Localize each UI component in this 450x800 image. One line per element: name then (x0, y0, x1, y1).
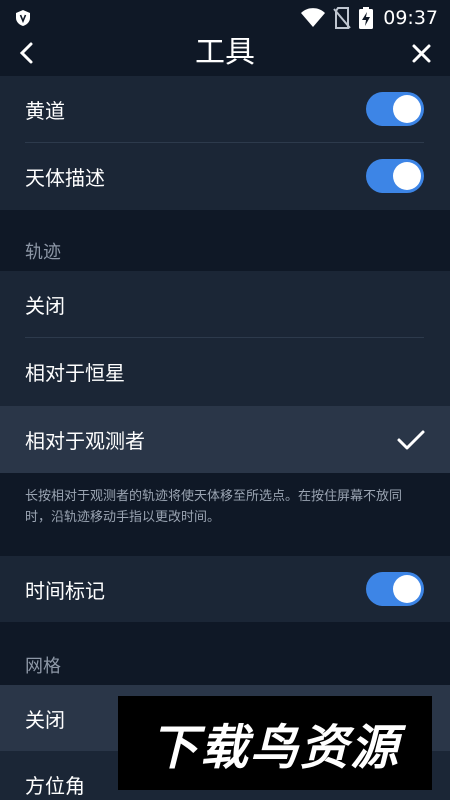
option-label: 关闭 (25, 707, 65, 732)
page-title: 工具 (195, 35, 255, 70)
section-header-trajectory: 轨迹 (25, 242, 61, 263)
section-header-grid: 网格 (25, 656, 61, 677)
option-label: 方位角 (25, 773, 85, 798)
toggle-knob (393, 162, 421, 190)
trajectory-option-relative-to-stars[interactable]: 相对于恒星 (0, 338, 450, 404)
watermark-text: 下载鸟资源 (149, 720, 400, 776)
status-icons: 09:37 (301, 6, 438, 30)
no-sim-icon (333, 7, 351, 29)
battery-charging-icon (359, 7, 374, 29)
setting-row-time-marker[interactable]: 时间标记 (0, 556, 450, 622)
setting-label-time-marker: 时间标记 (25, 578, 105, 603)
close-icon[interactable] (408, 38, 436, 68)
shield-icon (16, 10, 30, 26)
checkmark-icon (397, 430, 425, 449)
chevron-left-icon[interactable] (14, 38, 42, 68)
setting-label-object-description: 天体描述 (25, 165, 105, 190)
setting-row-object-description[interactable]: 天体描述 (0, 143, 450, 209)
trajectory-option-off[interactable]: 关闭 (0, 271, 450, 337)
trajectory-help-text: 长按相对于观测者的轨迹将使天体移至所选点。在按住屏幕不放同时，沿轨迹移动手指以更… (25, 489, 403, 525)
option-label: 关闭 (25, 293, 65, 318)
setting-row-ecliptic[interactable]: 黄道 (0, 76, 450, 142)
time-marker-card: 时间标记 (0, 556, 450, 622)
status-time: 09:37 (383, 7, 438, 29)
setting-label-ecliptic: 黄道 (25, 98, 65, 123)
toggle-knob (393, 575, 421, 603)
trajectory-card: 关闭 相对于恒星 相对于观测者 (0, 271, 450, 473)
trajectory-option-relative-to-observer[interactable]: 相对于观测者 (0, 406, 450, 473)
status-bar: 09:37 (0, 0, 450, 36)
display-settings-card: 黄道 天体描述 (0, 76, 450, 210)
ecliptic-toggle[interactable] (366, 92, 424, 126)
wifi-icon (301, 8, 326, 27)
object-description-toggle[interactable] (366, 159, 424, 193)
option-label: 相对于恒星 (25, 360, 125, 385)
option-label: 相对于观测者 (25, 429, 145, 453)
time-marker-toggle[interactable] (366, 572, 424, 606)
watermark: 下载鸟资源 (118, 696, 432, 790)
app-header: 工具 (0, 36, 450, 76)
toggle-knob (393, 95, 421, 123)
